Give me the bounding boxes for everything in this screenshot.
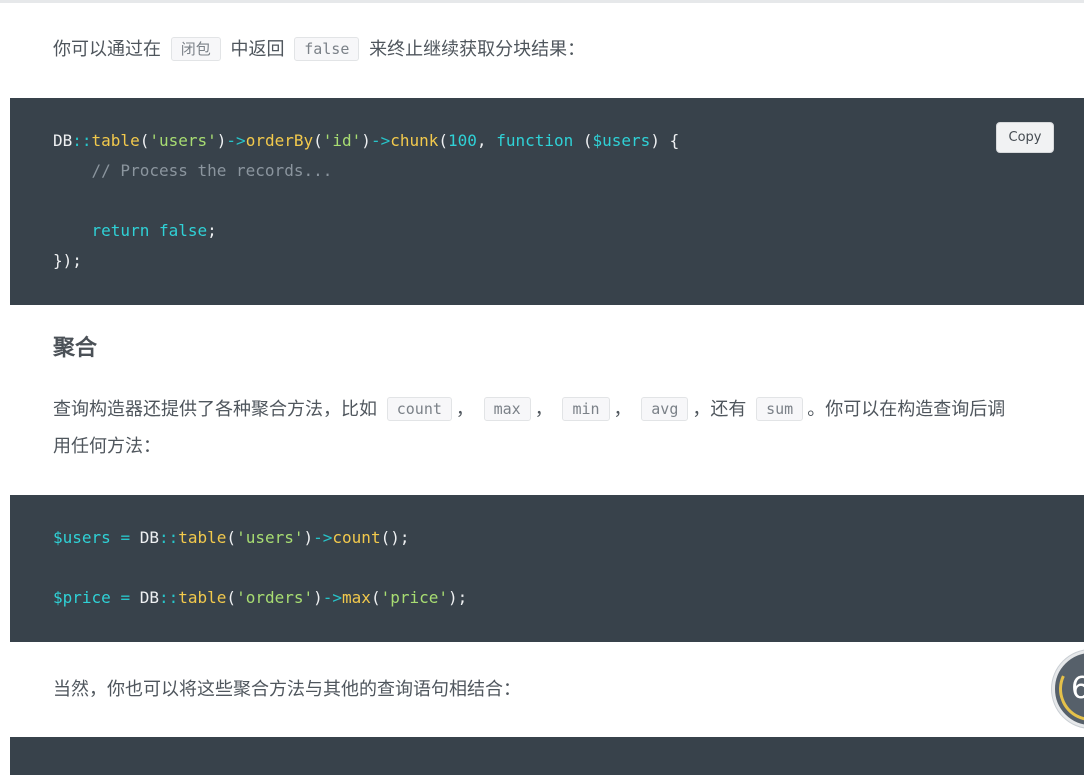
code-token-fn: table (178, 528, 227, 547)
code-token-str: 'users' (236, 528, 304, 547)
code-token-kw: return (91, 221, 150, 240)
code-token-arrow: -> (226, 131, 246, 150)
code-token-plain: ) (313, 588, 323, 607)
inline-code-sum: sum (756, 397, 804, 421)
code-token-plain: ) (361, 131, 371, 150)
code-token-plain: }); (53, 251, 82, 270)
code-token-plain: ( (139, 131, 150, 150)
code-token-arrow: = (120, 528, 131, 547)
code-token-plain: DB (130, 528, 159, 547)
code-token-plain: , (476, 131, 497, 150)
code-token-fn: table (178, 588, 227, 607)
code-token-str: 'users' (149, 131, 217, 150)
code-token-kw: false (158, 221, 208, 240)
code-block-aggregates: $users = DB::table('users')->count(); $p… (10, 495, 1084, 642)
aggregates-paragraph-line-2: 用任何方法： (53, 428, 161, 465)
code-chunk-content: DB::table('users')->orderBy('id')->chunk… (53, 126, 679, 276)
code-token-arrow: :: (158, 588, 179, 607)
code-token-plain: ) (303, 528, 314, 547)
floating-badge[interactable]: 6 (1052, 650, 1084, 728)
aggregates-text-b: ，还有 (692, 399, 747, 420)
code-aggregates-content: $users = DB::table('users')->count(); $p… (53, 523, 467, 613)
inline-code-count: count (386, 397, 452, 421)
inline-code-avg: avg (641, 397, 689, 421)
intro-text-3: 来终止继续获取分块结果： (369, 39, 586, 60)
code-token-str: 'orders' (236, 588, 314, 607)
intro-paragraph: 你可以通过在 闭包 中返回 false 来终止继续获取分块结果： (53, 31, 585, 68)
code-token-var: $users (53, 528, 111, 547)
code-token-num: 100 (448, 131, 477, 150)
code-token-plain: ( (370, 588, 381, 607)
aggregates-paragraph-line-1: 查询构造器还提供了各种聚合方法，比如 count， max， min， avg，… (53, 391, 1005, 428)
code-token-var: $users (592, 131, 651, 150)
inline-code-closure: 闭包 (170, 37, 221, 61)
inline-code-false: false (294, 37, 360, 61)
inline-code-max: max (483, 397, 531, 421)
combine-paragraph: 当然，你也可以将这些聚合方法与其他的查询语句相结合： (53, 671, 521, 708)
top-border (0, 0, 1084, 3)
code-token-plain: ( (313, 131, 323, 150)
section-heading-aggregates: 聚合 (53, 336, 98, 361)
code-token-plain: ; (207, 221, 217, 240)
aggregates-sep-2: ， (534, 399, 553, 420)
code-block-combined (10, 737, 1084, 775)
combine-text: 当然，你也可以将这些聚合方法与其他的查询语句相结合： (53, 679, 521, 700)
aggregates-text-line-2: 用任何方法： (53, 436, 161, 457)
code-token-str: 'id' (322, 131, 362, 150)
aggregates-sep-1: ， (455, 399, 474, 420)
code-token-plain: ) { (650, 131, 680, 150)
code-token-plain: DB (130, 588, 159, 607)
code-token-plain: ( (226, 528, 237, 547)
code-token-plain: (); (380, 528, 410, 547)
intro-text-2: 中返回 (230, 39, 285, 60)
intro-text-1: 你可以通过在 (53, 39, 161, 60)
code-token-fn: orderBy (245, 131, 314, 150)
code-token-arrow: -> (370, 131, 391, 150)
inline-code-min: min (562, 397, 610, 421)
aggregates-sep-3: ， (613, 399, 632, 420)
code-token-fn: chunk (390, 131, 439, 150)
code-token-str: 'price' (380, 588, 449, 607)
aggregates-text-a: 查询构造器还提供了各种聚合方法，比如 (53, 399, 377, 420)
code-token-plain: ( (438, 131, 449, 150)
code-token-arrow: -> (313, 528, 333, 547)
aggregates-text-c: 。你可以在构造查询后调 (807, 399, 1006, 420)
code-token-plain: ) (216, 131, 227, 150)
code-token-kw: function (496, 131, 574, 150)
code-token-arrow: -> (322, 588, 343, 607)
code-token-arrow: = (120, 588, 131, 607)
badge-progress-ring (1055, 653, 1084, 725)
copy-button[interactable]: Copy (996, 122, 1054, 153)
code-token-plain: ( (226, 588, 237, 607)
code-token-fn: max (342, 588, 371, 607)
code-token-plain: ); (448, 588, 468, 607)
code-token-fn: count (332, 528, 381, 547)
code-token-var: $price (53, 588, 111, 607)
code-token-cmt: // Process the records... (91, 161, 333, 180)
code-token-arrow: :: (72, 131, 92, 150)
code-token-plain: DB (53, 131, 73, 150)
code-token-arrow: :: (158, 528, 179, 547)
code-block-chunk: DB::table('users')->orderBy('id')->chunk… (10, 98, 1084, 305)
code-token-plain: ( (573, 131, 593, 150)
code-token-fn: table (91, 131, 140, 150)
